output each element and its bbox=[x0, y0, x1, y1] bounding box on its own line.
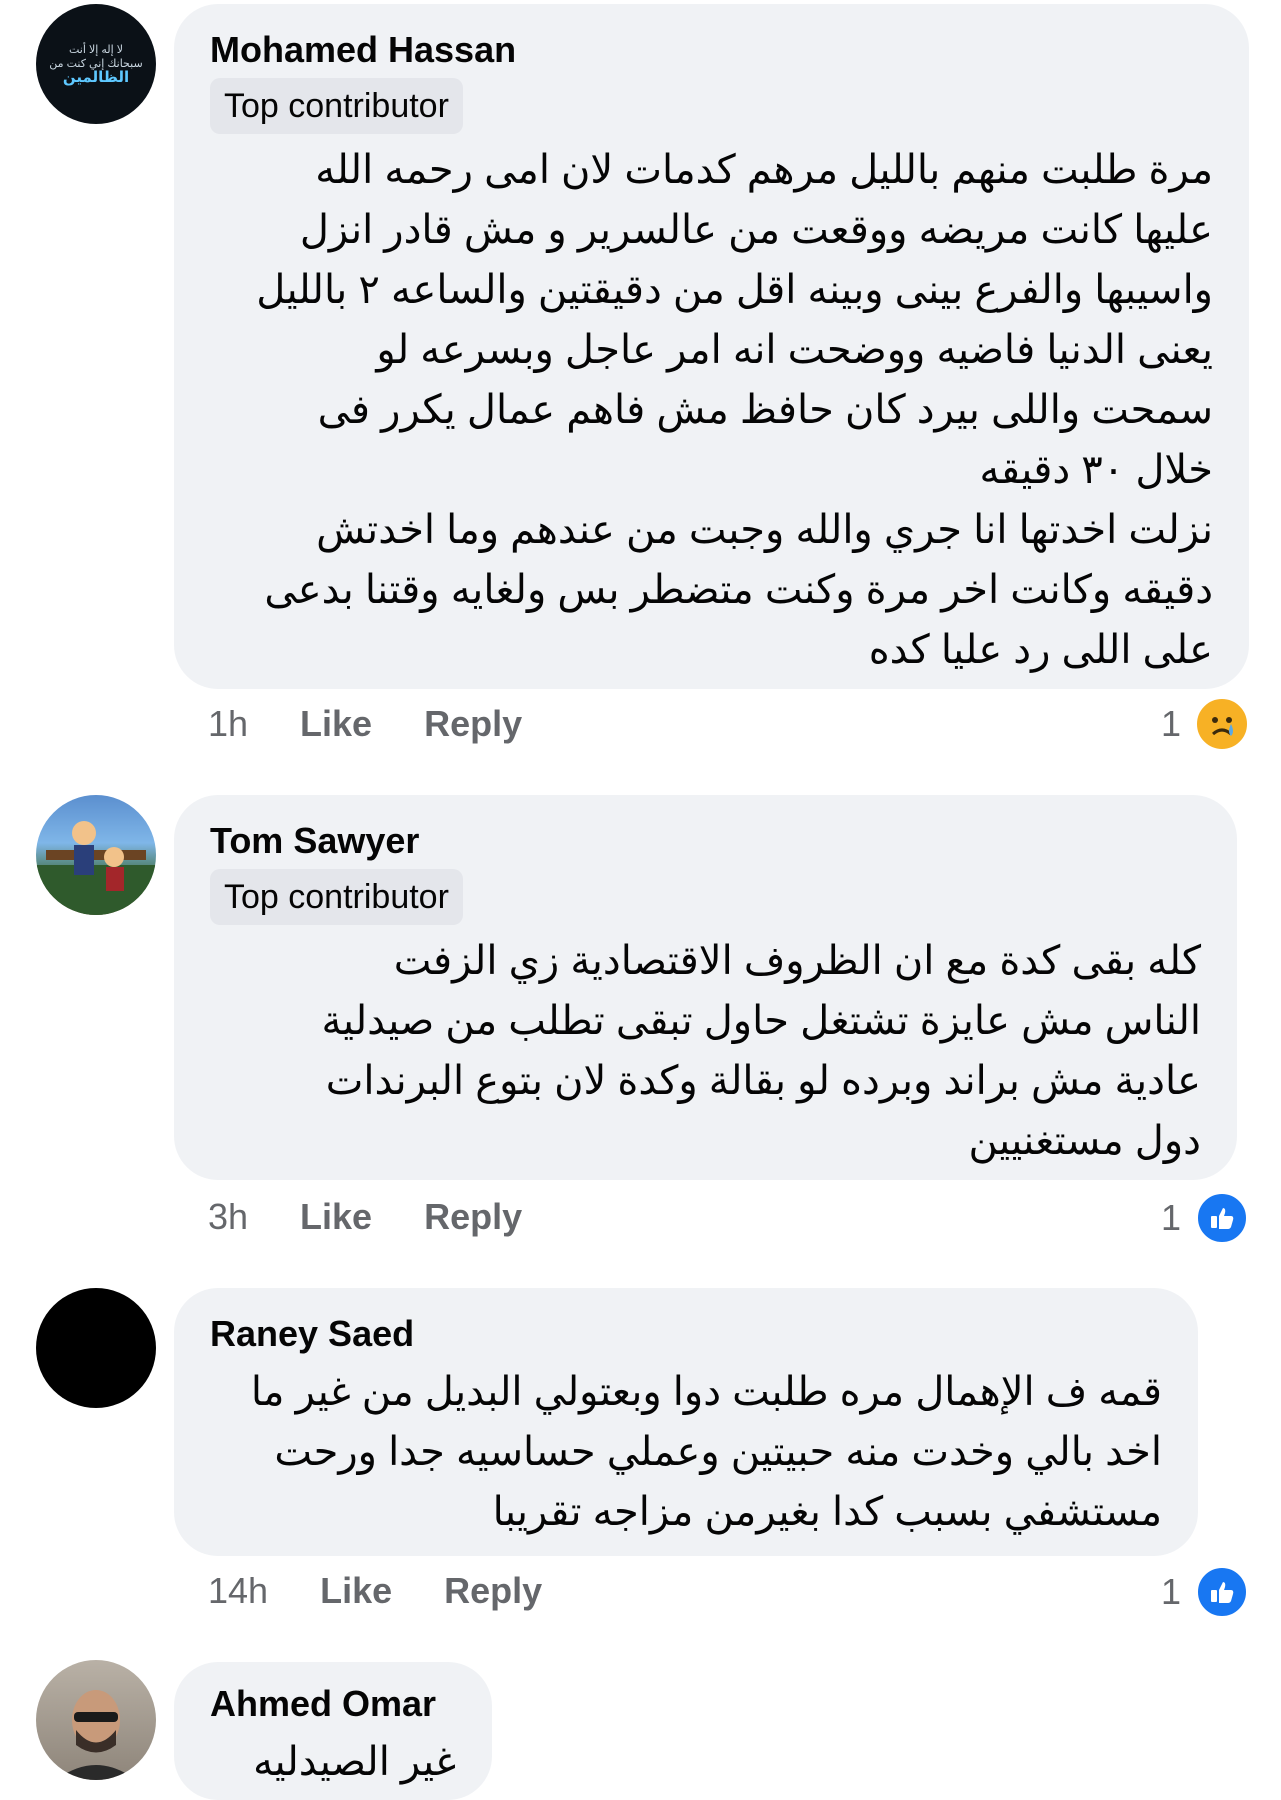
comment-bubble: Raney Saed قمه ف الإهمال مره طلبت دوا وب… bbox=[174, 1288, 1198, 1556]
reaction-summary[interactable]: 1 bbox=[1161, 1565, 1249, 1619]
timestamp[interactable]: 3h bbox=[208, 1196, 248, 1238]
comment-bubble: Mohamed Hassan Top contributor مرة طلبت … bbox=[174, 4, 1249, 689]
author-name[interactable]: Mohamed Hassan bbox=[210, 28, 1213, 72]
comment-text: قمه ف الإهمال مره طلبت دوا وبعتولي البدي… bbox=[250, 1370, 1162, 1534]
reaction-count: 1 bbox=[1160, 1197, 1181, 1238]
top-contributor-badge: Top contributor bbox=[210, 869, 463, 925]
reply-button[interactable]: Reply bbox=[444, 1570, 542, 1612]
author-name[interactable]: Raney Saed bbox=[210, 1312, 1162, 1356]
comment-actions: 1h Like Reply bbox=[208, 703, 522, 745]
thumbs-up-icon bbox=[1195, 1565, 1249, 1619]
top-contributor-badge: Top contributor bbox=[210, 78, 463, 134]
sad-face-icon bbox=[1195, 697, 1249, 751]
comment-bubble: Tom Sawyer Top contributor كله بقى كدة م… bbox=[174, 795, 1237, 1180]
like-button[interactable]: Like bbox=[300, 1196, 372, 1238]
like-button[interactable]: Like bbox=[300, 703, 372, 745]
comment-actions: 14h Like Reply bbox=[208, 1570, 542, 1612]
cartoon-avatar-icon bbox=[36, 821, 156, 915]
thumbs-up-icon bbox=[1195, 1191, 1249, 1245]
reaction-summary[interactable]: 1 bbox=[1161, 1191, 1249, 1245]
avatar[interactable]: لا إله إلا أنت سبحانك إني كنت من الظالمي… bbox=[36, 4, 156, 124]
avatar[interactable] bbox=[36, 1288, 156, 1408]
comment-text: كله بقى كدة مع ان الظروف الاقتصادية زي ا… bbox=[321, 939, 1201, 1163]
reaction-summary[interactable]: 1 bbox=[1161, 697, 1249, 751]
avatar[interactable] bbox=[36, 795, 156, 915]
reaction-count: 1 bbox=[1160, 1571, 1181, 1612]
like-button[interactable]: Like bbox=[320, 1570, 392, 1612]
reply-button[interactable]: Reply bbox=[424, 1196, 522, 1238]
reaction-count: 1 bbox=[1160, 703, 1181, 744]
timestamp[interactable]: 1h bbox=[208, 703, 248, 745]
author-name[interactable]: Ahmed Omar bbox=[210, 1682, 456, 1726]
timestamp[interactable]: 14h bbox=[208, 1570, 268, 1612]
comment-text: مرة طلبت منهم بالليل مرهم كدمات لان امى … bbox=[256, 148, 1213, 672]
avatar[interactable] bbox=[36, 1660, 156, 1780]
comment-bubble: Ahmed Omar غير الصيدليه bbox=[174, 1662, 492, 1800]
author-name[interactable]: Tom Sawyer bbox=[210, 819, 1201, 863]
person-photo-icon bbox=[56, 1690, 136, 1780]
reply-button[interactable]: Reply bbox=[424, 703, 522, 745]
comment-text: غير الصيدليه bbox=[253, 1740, 456, 1784]
comment-actions: 3h Like Reply bbox=[208, 1196, 522, 1238]
